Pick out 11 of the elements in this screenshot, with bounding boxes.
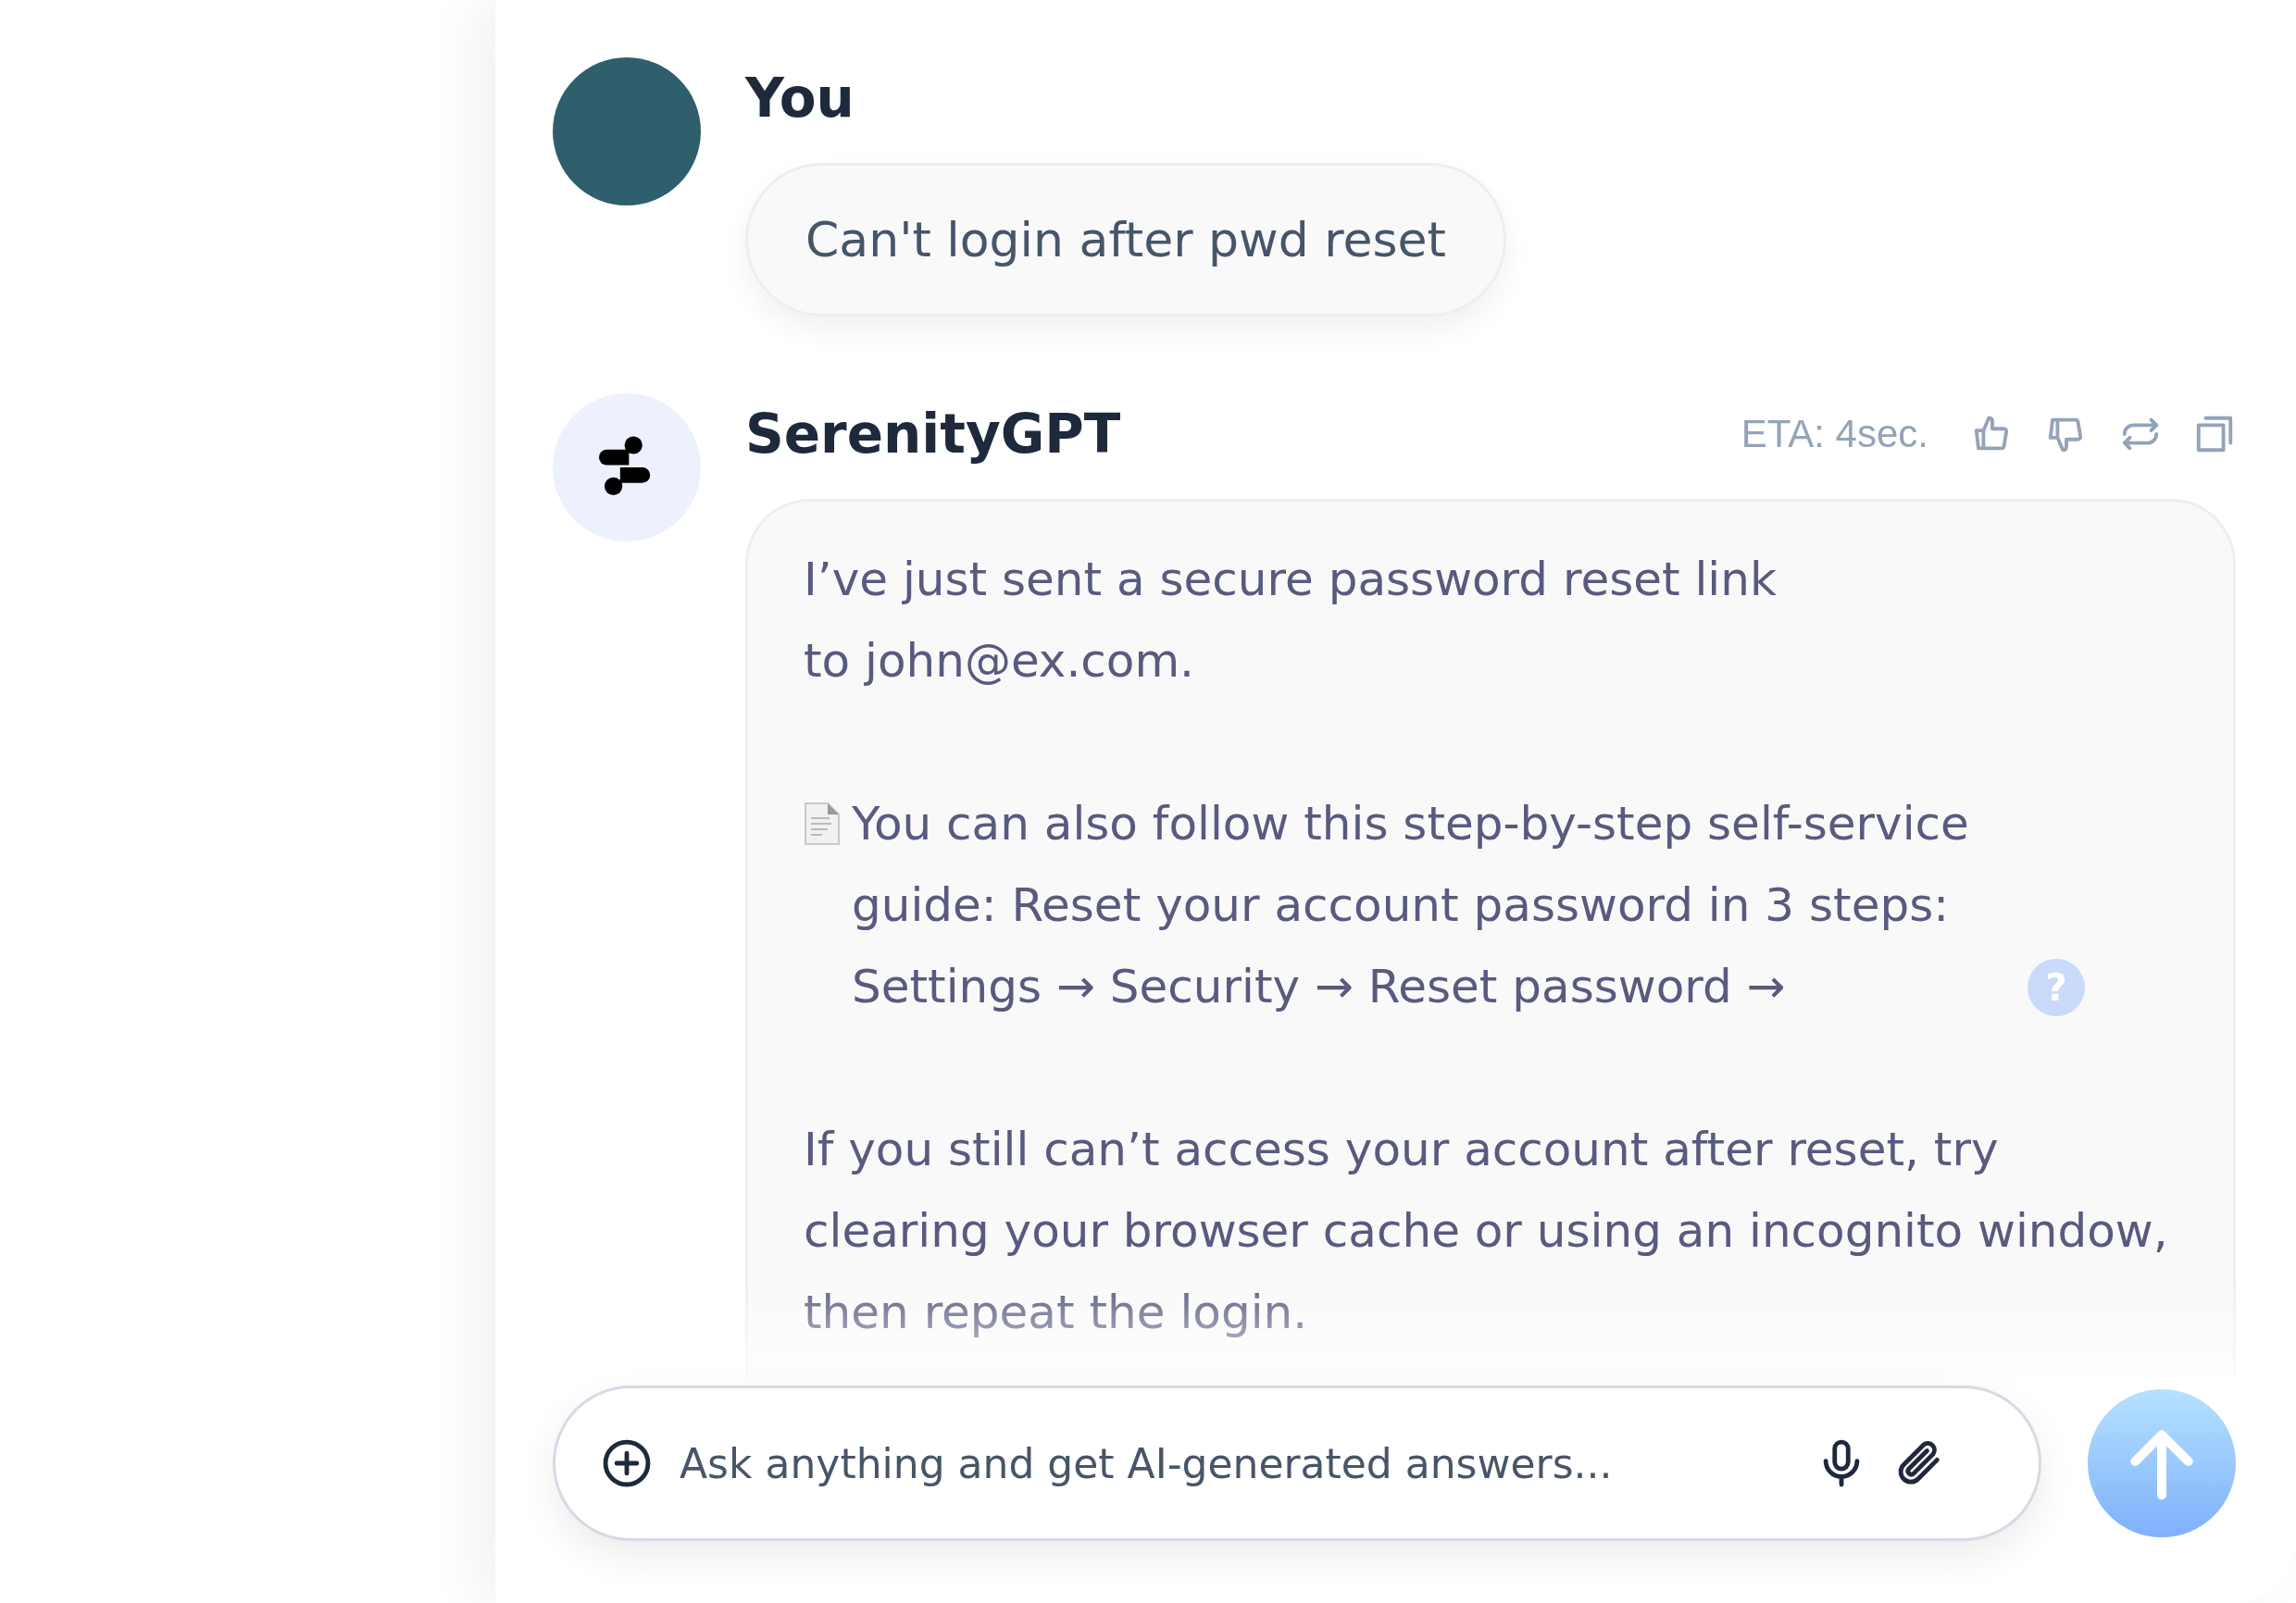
author-name: SerenityGPT [745, 403, 1121, 466]
eta-label: ETA: 4sec. [1741, 412, 1928, 456]
document-icon [804, 802, 841, 846]
user-message-bubble: Can't login after pwd reset [745, 163, 1506, 317]
author-name: You [745, 67, 855, 130]
message-input[interactable]: Ask anything and get AI-generated answers... [678, 1438, 1791, 1488]
help-badge[interactable]: ? [2028, 959, 2085, 1016]
message-text: to john@ex.com. [804, 633, 1195, 690]
message-text: I’ve just sent a secure password reset link [804, 552, 1778, 608]
message-text: If you still can’t access your account after reset, try clearing your browser cache or using an incognito window, then repeat the login. [804, 1122, 2169, 1341]
message-text: You can also follow this step-by-step self-service guide: Reset your account password in 3 steps: Settings → Security → Reset password → [852, 796, 1970, 1015]
